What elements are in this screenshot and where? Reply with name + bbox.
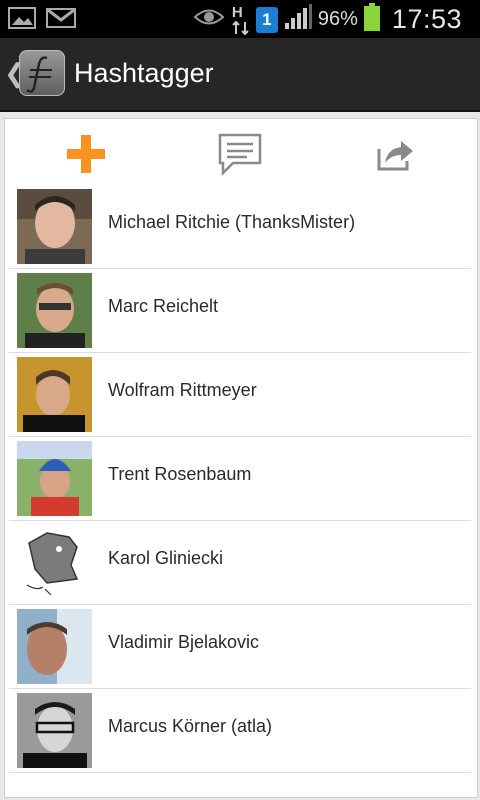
battery-percent: 96% (317, 8, 358, 30)
share-button[interactable] (371, 131, 417, 177)
toolbar (5, 119, 477, 185)
avatar (17, 189, 92, 264)
list-item[interactable]: Trent Rosenbaum (9, 437, 471, 521)
status-bar: H 1 96% 17:53 (0, 0, 480, 38)
action-bar: ❮ Hashtagger (0, 38, 480, 112)
hspa-data-icon: H (230, 4, 250, 35)
eye-icon (193, 6, 225, 33)
content-card: Michael Ritchie (ThanksMister) Marc Reic… (4, 118, 478, 798)
list-item[interactable]: Marcus Körner (atla) (9, 689, 471, 773)
signal-strength-icon (284, 4, 312, 35)
list-item[interactable]: Marc Reichelt (9, 269, 471, 353)
avatar (17, 525, 92, 600)
people-list: Michael Ritchie (ThanksMister) Marc Reic… (9, 185, 471, 773)
avatar (17, 441, 92, 516)
list-item[interactable]: Vladimir Bjelakovic (9, 605, 471, 689)
comment-icon (218, 133, 262, 177)
gmail-notification-icon (46, 6, 76, 35)
add-button[interactable] (63, 131, 109, 177)
person-name: Michael Ritchie (ThanksMister) (108, 212, 356, 232)
person-name: Karol Gliniecki (108, 548, 224, 568)
battery-icon (363, 3, 380, 36)
avatar (17, 693, 92, 768)
app-title: Hashtagger (74, 58, 214, 88)
sim-badge-icon: 1 (255, 6, 278, 33)
comment-button[interactable] (217, 131, 263, 177)
plus-icon (67, 135, 105, 173)
person-name: Marc Reichelt (108, 296, 219, 316)
avatar (17, 609, 92, 684)
avatar (17, 357, 92, 432)
app-logo-icon[interactable] (19, 50, 65, 96)
person-name: Wolfram Rittmeyer (108, 380, 257, 400)
clock: 17:53 (391, 4, 462, 34)
list-item[interactable]: Michael Ritchie (ThanksMister) (9, 185, 471, 269)
list-item[interactable]: Karol Gliniecki (9, 521, 471, 605)
gallery-notification-icon (8, 6, 36, 35)
avatar (17, 273, 92, 348)
person-name: Marcus Körner (atla) (108, 716, 273, 736)
person-name: Vladimir Bjelakovic (108, 632, 260, 652)
share-icon (377, 141, 413, 171)
list-item[interactable]: Wolfram Rittmeyer (9, 353, 471, 437)
person-name: Trent Rosenbaum (108, 464, 252, 484)
